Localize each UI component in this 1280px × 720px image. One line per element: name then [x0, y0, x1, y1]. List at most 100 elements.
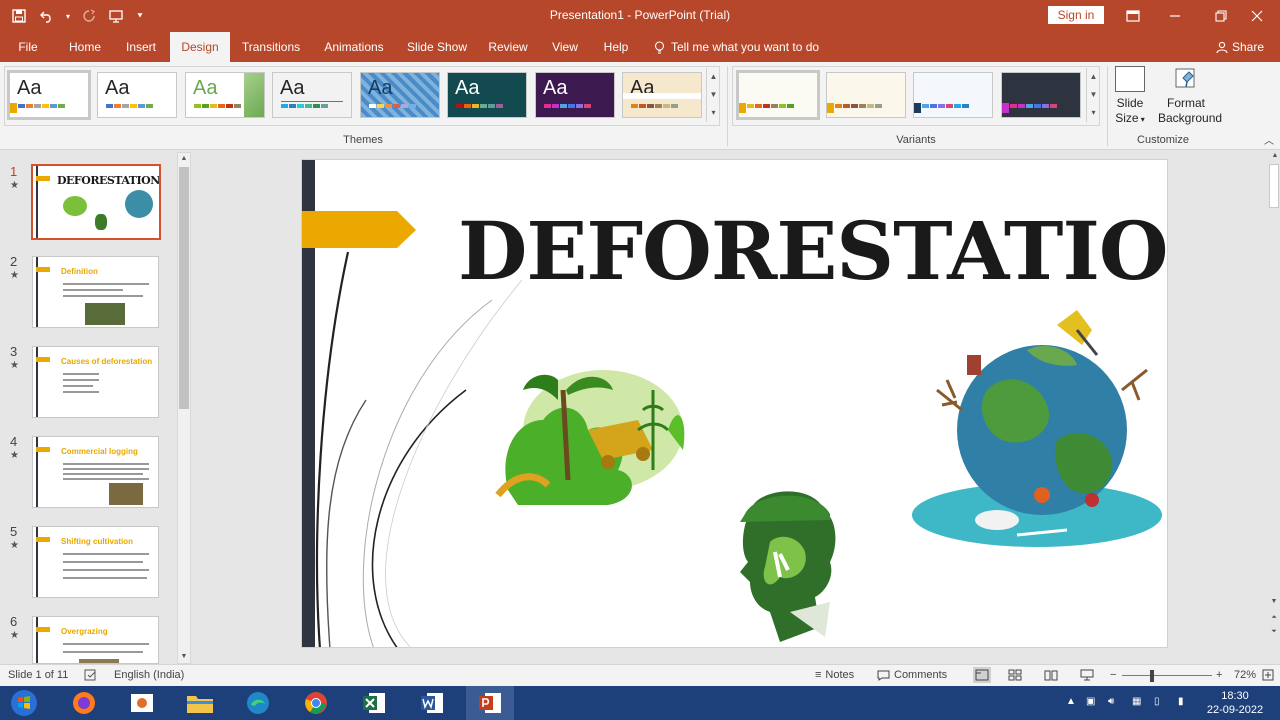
- tab-view[interactable]: View: [544, 32, 586, 62]
- word-icon[interactable]: [408, 686, 456, 720]
- theme-ion-boardroom[interactable]: Aa: [447, 72, 527, 118]
- slide-thumbnail-1[interactable]: DEFORESTATION: [31, 164, 161, 240]
- slide-number: 2: [10, 254, 18, 269]
- slide-size-icon: [1115, 66, 1145, 92]
- reading-view-icon[interactable]: [1044, 669, 1058, 684]
- scroll-up-icon[interactable]: ▲: [1268, 150, 1280, 162]
- tab-home[interactable]: Home: [60, 32, 110, 62]
- scroll-down-icon[interactable]: ▼: [1268, 596, 1280, 608]
- sign-in-button[interactable]: Sign in: [1048, 6, 1104, 24]
- more-icon[interactable]: ▾: [1087, 104, 1100, 122]
- comments-label: Comments: [894, 669, 948, 681]
- slide-scrollbar[interactable]: ▲ ▼ ⏶ ⏷: [1268, 150, 1280, 664]
- edge-icon[interactable]: [234, 686, 282, 720]
- close-icon[interactable]: [1234, 0, 1280, 32]
- previous-slide-icon[interactable]: ⏶: [1268, 612, 1280, 624]
- battery-status-icon[interactable]: ▮: [1178, 696, 1184, 707]
- theme-sample-text: Aa: [193, 77, 218, 99]
- ribbon-display-options-icon[interactable]: [1110, 0, 1156, 32]
- jungle-illustration[interactable]: [488, 360, 688, 510]
- tab-slide-show[interactable]: Slide Show: [402, 32, 472, 62]
- scroll-up-icon[interactable]: ▲: [178, 153, 190, 165]
- notes-button[interactable]: ≡ Notes: [815, 669, 854, 681]
- variant-4[interactable]: [1001, 72, 1081, 118]
- slide-indicator[interactable]: Slide 1 of 11: [8, 669, 68, 681]
- variant-2[interactable]: [826, 72, 906, 118]
- slide-size-button[interactable]: Slide Size ▾: [1112, 66, 1148, 127]
- zoom-slider-thumb[interactable]: [1150, 670, 1154, 682]
- zoom-slider[interactable]: [1122, 675, 1212, 676]
- variants-gallery-scroll[interactable]: ▲ ▼ ▾: [1086, 68, 1100, 122]
- system-clock[interactable]: 18:30 22-09-2022: [1200, 689, 1270, 717]
- scroll-up-icon[interactable]: ▲: [1087, 68, 1100, 86]
- zoom-level[interactable]: 72%: [1234, 669, 1256, 681]
- variant-3[interactable]: [913, 72, 993, 118]
- spelling-icon[interactable]: [84, 669, 98, 684]
- fit-slide-icon[interactable]: [1262, 669, 1274, 684]
- next-slide-icon[interactable]: ⏷: [1268, 626, 1280, 638]
- tab-transitions[interactable]: Transitions: [236, 32, 306, 62]
- volume-icon[interactable]: 🔊︎: [1108, 696, 1114, 707]
- tell-me-search[interactable]: Tell me what you want to do: [654, 40, 819, 54]
- tab-insert[interactable]: Insert: [118, 32, 164, 62]
- scroll-down-icon[interactable]: ▼: [178, 651, 190, 663]
- theme-sample-text: Aa: [280, 77, 305, 99]
- normal-view-icon[interactable]: [973, 667, 991, 683]
- clock-time: 18:30: [1221, 690, 1249, 702]
- firefox-icon[interactable]: [60, 686, 108, 720]
- battery-icon[interactable]: ▯: [1154, 696, 1160, 707]
- powerpoint-icon[interactable]: [466, 686, 514, 720]
- slide-thumbnail-3[interactable]: Causes of deforestation: [32, 346, 159, 418]
- zoom-out-icon[interactable]: −: [1110, 669, 1116, 681]
- theme-office[interactable]: Aa: [7, 70, 91, 120]
- more-icon[interactable]: ▾: [707, 104, 720, 122]
- theme-office-plain[interactable]: Aa: [97, 72, 177, 118]
- slide-thumbnail-4[interactable]: Commercial logging: [32, 436, 159, 508]
- slideshow-view-icon[interactable]: [1080, 669, 1094, 684]
- theme-retrospect[interactable]: Aa: [622, 72, 702, 118]
- scroll-up-icon[interactable]: ▲: [707, 68, 720, 86]
- scroll-down-icon[interactable]: ▼: [707, 86, 720, 104]
- comments-button[interactable]: Comments: [877, 669, 947, 681]
- earth-pollution-illustration[interactable]: [907, 310, 1167, 550]
- tell-me-label: Tell me what you want to do: [671, 40, 820, 54]
- show-hidden-icons-icon[interactable]: ▲: [1066, 696, 1076, 707]
- slide-thumbnail-6[interactable]: Overgrazing: [32, 616, 159, 664]
- powerpoint-recent-icon[interactable]: [118, 686, 166, 720]
- slide-canvas[interactable]: DEFORESTATION: [301, 159, 1168, 648]
- slide-thumbnail-2[interactable]: Definition: [32, 256, 159, 328]
- zoom-in-icon[interactable]: +: [1216, 669, 1222, 681]
- theme-facet[interactable]: Aa: [185, 72, 265, 118]
- slide-thumbnail-5[interactable]: Shifting cultivation: [32, 526, 159, 598]
- start-button-icon[interactable]: [0, 686, 48, 720]
- share-button[interactable]: Share: [1216, 40, 1264, 54]
- language-indicator[interactable]: English (India): [114, 669, 184, 681]
- animation-star-icon: ★: [10, 270, 19, 281]
- chrome-icon[interactable]: [292, 686, 340, 720]
- wifi-icon[interactable]: ▦: [1132, 696, 1141, 707]
- excel-icon[interactable]: [350, 686, 398, 720]
- scroll-thumb[interactable]: [179, 167, 189, 409]
- tab-help[interactable]: Help: [598, 32, 634, 62]
- themes-gallery-scroll[interactable]: ▲ ▼ ▾: [706, 68, 720, 122]
- tab-animations[interactable]: Animations: [318, 32, 390, 62]
- theme-organic[interactable]: Aa: [535, 72, 615, 118]
- variant-1[interactable]: [736, 70, 820, 120]
- theme-ion[interactable]: Aa: [360, 72, 440, 118]
- thumb-title: Causes of deforestation: [61, 357, 153, 366]
- slide-sorter-icon[interactable]: [1008, 669, 1022, 684]
- collapse-ribbon-icon[interactable]: ︿: [1264, 132, 1274, 147]
- scroll-thumb[interactable]: [1269, 164, 1279, 208]
- file-explorer-icon[interactable]: [176, 686, 224, 720]
- thumbnail-scrollbar[interactable]: ▲ ▼: [177, 152, 191, 664]
- theme-integral[interactable]: Aa: [272, 72, 352, 118]
- network-icon[interactable]: ▣: [1086, 696, 1095, 707]
- head-silhouette-illustration[interactable]: [730, 482, 850, 642]
- minimize-icon[interactable]: [1152, 0, 1198, 32]
- format-background-button[interactable]: Format Background: [1158, 66, 1222, 126]
- tab-design[interactable]: Design: [170, 32, 230, 62]
- tab-review[interactable]: Review: [484, 32, 532, 62]
- slide-title[interactable]: DEFORESTATION: [458, 204, 1167, 298]
- tab-file[interactable]: File: [8, 32, 48, 62]
- scroll-down-icon[interactable]: ▼: [1087, 86, 1100, 104]
